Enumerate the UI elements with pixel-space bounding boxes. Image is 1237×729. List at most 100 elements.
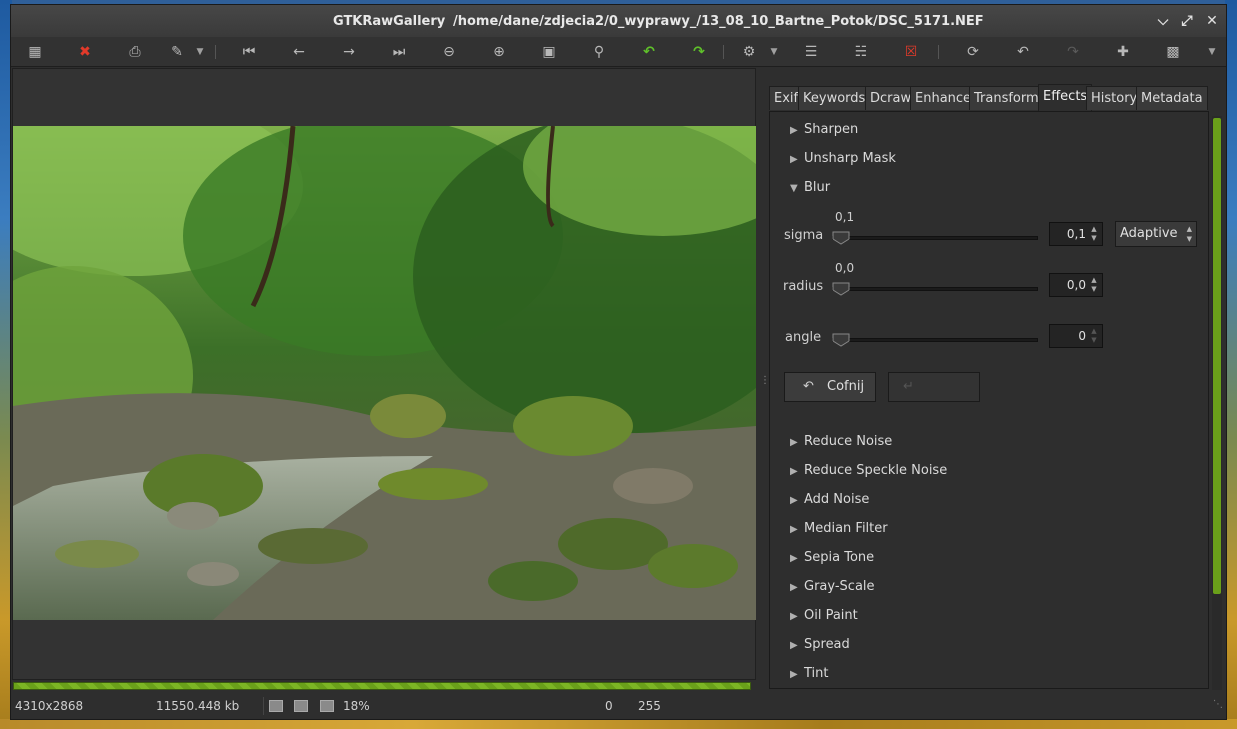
rotate-right-icon[interactable]: ↷ (689, 43, 709, 61)
minimize-icon[interactable]: ⌵ (1155, 13, 1171, 29)
properties-icon[interactable]: ☵ (851, 43, 871, 61)
level-max: 255 (638, 699, 661, 713)
delete-icon[interactable]: ✖ (75, 43, 95, 61)
effects-scrollbar-thumb[interactable] (1213, 118, 1221, 594)
gallery-view-icon[interactable]: ▦ (25, 43, 45, 61)
redo-icon[interactable]: ↷ (1063, 43, 1083, 61)
radius-value-label: 0,0 (835, 261, 855, 275)
expand-arrow-icon: ▶ (790, 640, 798, 651)
single-view-icon[interactable] (269, 700, 283, 712)
photo-preview[interactable] (13, 126, 756, 620)
angle-label: angle (785, 330, 822, 345)
angle-slider[interactable] (832, 338, 1038, 342)
zoom-level: 18% (343, 699, 370, 713)
toolbar-separator (215, 45, 216, 59)
toolbar-separator (723, 45, 724, 59)
window-file-path: /home/dane/zdjecia2/0_wyprawy_/13_08_10_… (453, 14, 984, 29)
fullscreen-view-icon[interactable] (320, 700, 334, 712)
tab-metadata[interactable]: Metadata (1136, 86, 1208, 110)
undo-effect-button[interactable]: ↶ Cofnij (784, 372, 876, 402)
next-image-icon[interactable]: → (339, 43, 359, 61)
radius-slider[interactable] (832, 287, 1038, 291)
level-min: 0 (605, 699, 613, 713)
expander-sharpen[interactable]: ▶ Sharpen (790, 122, 858, 137)
zoom-100-icon[interactable]: ⚲ (589, 43, 609, 61)
toolbar-separator (938, 45, 939, 59)
image-viewer[interactable] (12, 68, 756, 680)
expander-reduce-noise[interactable]: ▶ Reduce Noise (790, 434, 892, 449)
more-dropdown-icon[interactable]: ▼ (1207, 43, 1217, 61)
expander-sepia-tone[interactable]: ▶ Sepia Tone (790, 550, 874, 565)
list-icon[interactable]: ☰ (801, 43, 821, 61)
expander-reduce-speckle-noise[interactable]: ▶ Reduce Speckle Noise (790, 463, 947, 478)
expand-arrow-icon: ▶ (790, 582, 798, 593)
expand-arrow-icon: ▶ (790, 669, 798, 680)
spin-arrows-icon[interactable]: ▲ ▼ (1088, 327, 1100, 345)
main-toolbar: ▦ ✖ ⎙ ✎ ▼ ⏮ ← → ⏭ ⊖ ⊕ ▣ ⚲ ↶ ↷ ⚙ ▼ ☰ ☵ ☒ … (11, 37, 1226, 67)
tab-transform[interactable]: Transform (969, 86, 1044, 110)
brush-dropdown-icon[interactable]: ▼ (195, 43, 205, 61)
expander-median-filter[interactable]: ▶ Median Filter (790, 521, 888, 536)
zoom-in-icon[interactable]: ⊕ (489, 43, 509, 61)
maximize-icon[interactable]: ⤢ (1179, 13, 1195, 29)
apply-effect-button[interactable]: ↵ (888, 372, 980, 402)
zoom-out-icon[interactable]: ⊖ (439, 43, 459, 61)
tab-history[interactable]: History (1086, 86, 1143, 110)
settings-dropdown-icon[interactable]: ▼ (769, 43, 779, 61)
effects-tab-content: ▶ Sharpen ▶ Unsharp Mask ▼ Blur 0,1 sigma 0… (769, 111, 1209, 689)
close-icon[interactable]: ✕ (1204, 13, 1220, 29)
close-panel-icon[interactable]: ☒ (901, 43, 921, 61)
radius-spinbutton[interactable]: 0,0 ▲ ▼ (1049, 273, 1103, 297)
collapse-arrow-icon: ▼ (790, 183, 798, 194)
resize-grip-icon[interactable]: ⋱ (1213, 699, 1223, 710)
expander-spread[interactable]: ▶ Spread (790, 637, 850, 652)
rotate-left-icon[interactable]: ↶ (639, 43, 659, 61)
expander-tint[interactable]: ▶ Tint (790, 666, 829, 681)
expander-gray-scale[interactable]: ▶ Gray-Scale (790, 579, 875, 594)
tab-effects[interactable]: Effects (1038, 84, 1093, 111)
image-icon[interactable]: ▩ (1163, 43, 1183, 61)
expand-arrow-icon: ▶ (790, 495, 798, 506)
print-icon[interactable]: ⎙ (125, 43, 145, 61)
sigma-label: sigma (784, 228, 824, 243)
angle-spinbutton[interactable]: 0 ▲ ▼ (1049, 324, 1103, 348)
refresh-icon[interactable]: ⟳ (963, 43, 983, 61)
settings-icon[interactable]: ⚙ (739, 43, 759, 61)
undo-icon: ↶ (803, 379, 814, 394)
expander-unsharp-mask[interactable]: ▶ Unsharp Mask (790, 151, 896, 166)
sigma-slider-knob[interactable] (832, 231, 850, 245)
radius-slider-knob[interactable] (832, 282, 850, 296)
undo-icon[interactable]: ↶ (1013, 43, 1033, 61)
radius-label: radius (783, 279, 824, 294)
sigma-spinbutton[interactable]: 0,1 ▲ ▼ (1049, 222, 1103, 246)
expand-arrow-icon: ▶ (790, 611, 798, 622)
add-icon[interactable]: ✚ (1113, 43, 1133, 61)
expand-arrow-icon: ▶ (790, 125, 798, 136)
tab-enhance[interactable]: Enhance (910, 86, 977, 110)
progress-bar (13, 682, 751, 690)
expand-arrow-icon: ▶ (790, 553, 798, 564)
expand-arrow-icon: ▶ (790, 466, 798, 477)
tab-dcraw[interactable]: Dcraw (865, 86, 917, 110)
first-image-icon[interactable]: ⏮ (239, 43, 259, 61)
blur-mode-select[interactable]: Adaptive ▲ ▼ (1115, 221, 1197, 247)
angle-slider-knob[interactable] (832, 333, 850, 347)
brush-icon[interactable]: ✎ (167, 43, 187, 61)
image-dimensions: 4310x2868 (15, 699, 84, 713)
file-size: 11550.448 kb (156, 699, 240, 713)
expander-blur[interactable]: ▼ Blur (790, 180, 830, 195)
tab-keywords[interactable]: Keywords (798, 86, 871, 110)
expander-add-noise[interactable]: ▶ Add Noise (790, 492, 869, 507)
expander-oil-paint[interactable]: ▶ Oil Paint (790, 608, 858, 623)
fit-screen-icon[interactable]: ▣ (539, 43, 559, 61)
properties-panel: Exif Keywords Dcraw Enhance Transform Ef… (768, 68, 1228, 690)
previous-image-icon[interactable]: ← (289, 43, 309, 61)
window-title: GTKRawGallery (333, 14, 446, 29)
split-view-icon[interactable] (294, 700, 308, 712)
last-image-icon[interactable]: ⏭ (389, 43, 409, 61)
sigma-slider[interactable] (832, 236, 1038, 240)
spin-arrows-icon[interactable]: ▲ ▼ (1088, 225, 1100, 243)
spin-arrows-icon[interactable]: ▲ ▼ (1088, 276, 1100, 294)
select-arrows-icon: ▲ ▼ (1186, 225, 1192, 243)
title-bar[interactable]: GTKRawGallery /home/dane/zdjecia2/0_wypr… (11, 5, 1226, 37)
